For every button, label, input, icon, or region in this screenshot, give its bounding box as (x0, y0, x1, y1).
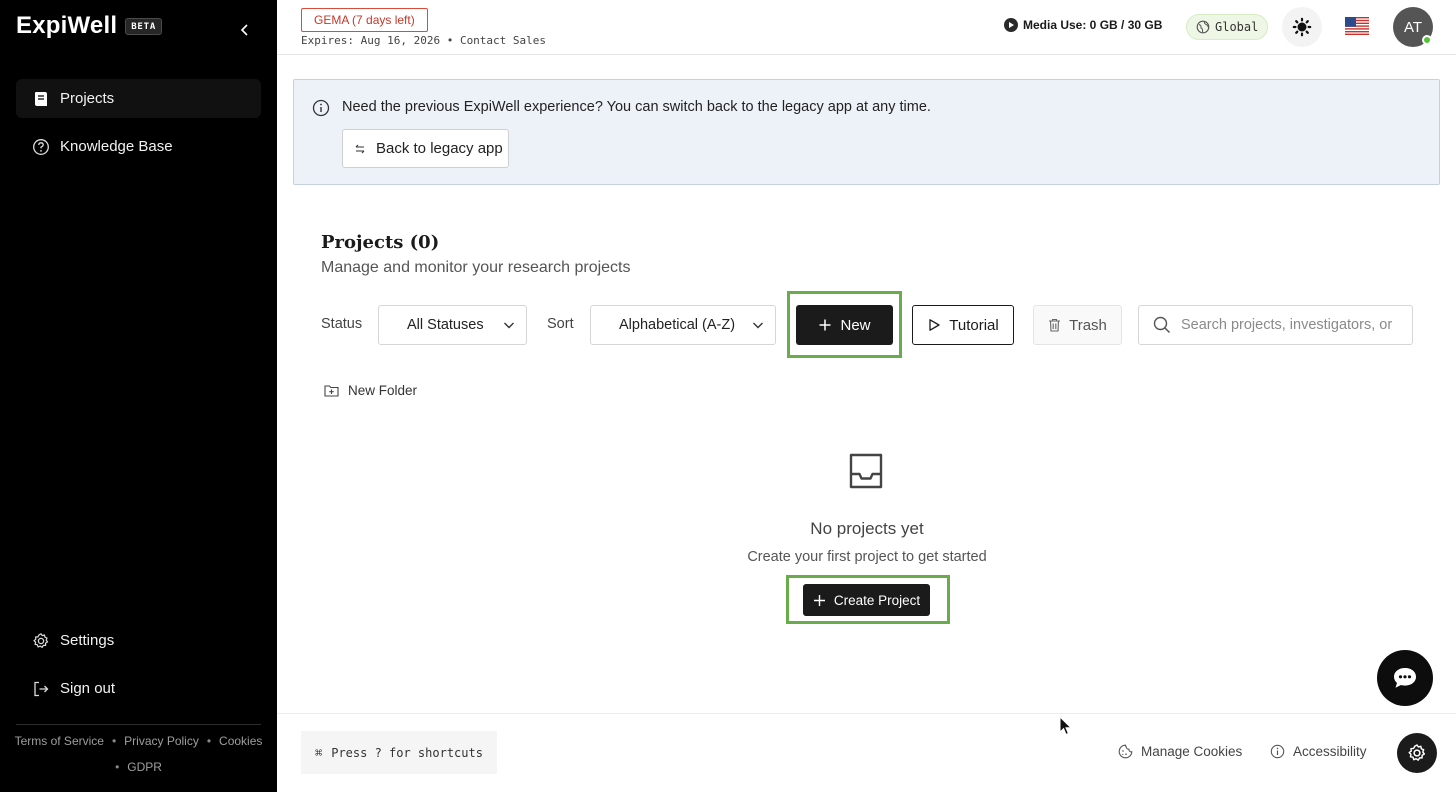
region-label: Global (1215, 20, 1259, 34)
legacy-notice: Need the previous ExpiWell experience? Y… (293, 79, 1440, 185)
sidebar-item-projects[interactable]: Projects (16, 79, 261, 118)
beta-badge: BETA (125, 17, 163, 35)
trash-button[interactable]: Trash (1033, 305, 1122, 345)
sidebar-item-label: Projects (60, 90, 115, 107)
sidebar-footer: Terms of Service • Privacy Policy • Cook… (0, 734, 277, 774)
folder-plus-icon (324, 385, 339, 397)
app-root: ExpiWell BETA Projects Knowledge Base Se… (0, 0, 1456, 792)
gdpr-link[interactable]: GDPR (127, 760, 162, 774)
status-select-value: All Statuses (407, 317, 484, 333)
back-to-legacy-button[interactable]: Back to legacy app (342, 129, 509, 168)
region-badge[interactable]: Global (1186, 14, 1269, 40)
question-circle-icon (33, 138, 49, 155)
plus-icon (813, 594, 825, 606)
new-folder-button[interactable]: New Folder (324, 383, 417, 398)
sun-icon (1292, 17, 1312, 37)
collapse-sidebar-button[interactable] (234, 19, 256, 41)
topbar: GEMA (7 days left) Expires: Aug 16, 2026… (277, 0, 1456, 55)
trash-button-label: Trash (1069, 316, 1107, 334)
separator-dot: • (111, 734, 117, 748)
plan-expires-text: Expires: Aug 16, 2026 • Contact Sales (301, 34, 547, 47)
new-project-button[interactable]: New (796, 305, 893, 345)
project-search[interactable] (1138, 305, 1413, 345)
us-flag-icon[interactable] (1345, 17, 1369, 35)
new-folder-label: New Folder (348, 383, 418, 398)
sidebar-bottom-nav: Settings Sign out (16, 621, 261, 717)
play-icon (929, 319, 940, 331)
manage-cookies-label: Manage Cookies (1141, 744, 1243, 759)
gear-icon (33, 632, 49, 648)
sidebar-nav: Projects Knowledge Base (16, 79, 261, 175)
search-input[interactable] (1181, 317, 1396, 333)
empty-state-title: No projects yet (810, 519, 924, 538)
create-project-label: Create Project (833, 592, 921, 608)
accessibility-label: Accessibility (1293, 744, 1367, 759)
media-usage-text: Media Use: 0 GB / 30 GB (1023, 18, 1163, 32)
logo[interactable]: ExpiWell BETA (16, 12, 163, 40)
plan-badge[interactable]: GEMA (7 days left) (301, 8, 428, 32)
legacy-notice-text: Need the previous ExpiWell experience? Y… (342, 99, 931, 115)
create-project-button[interactable]: Create Project (803, 584, 930, 616)
chat-bubble-icon (1394, 668, 1416, 688)
separator-dot: • (115, 760, 120, 774)
preferences-fab-button[interactable] (1397, 733, 1437, 773)
shortcuts-hint[interactable]: ⌘ Press ? for shortcuts (301, 731, 497, 774)
sign-out-icon (34, 681, 49, 696)
tutorial-button-label: Tutorial (949, 316, 999, 334)
manage-cookies-link[interactable]: Manage Cookies (1118, 744, 1242, 759)
sidebar-item-label: Settings (60, 632, 115, 649)
search-icon (1153, 316, 1171, 334)
info-icon (1270, 744, 1285, 759)
notebook-icon (35, 91, 47, 106)
sort-label: Sort (547, 316, 574, 332)
theme-toggle-button[interactable] (1282, 7, 1322, 47)
sidebar-divider (16, 724, 261, 725)
plus-icon (819, 319, 831, 331)
trash-icon (1049, 318, 1061, 332)
swap-arrows-icon (355, 144, 365, 153)
online-status-dot (1422, 35, 1432, 45)
terms-link[interactable]: Terms of Service (15, 734, 104, 748)
status-select[interactable]: All Statuses (378, 305, 527, 345)
tutorial-button[interactable]: Tutorial (912, 305, 1014, 345)
sidebar: ExpiWell BETA Projects Knowledge Base Se… (0, 0, 277, 792)
sidebar-item-knowledge-base[interactable]: Knowledge Base (16, 127, 261, 166)
chevron-left-icon (240, 24, 248, 36)
cookies-link[interactable]: Cookies (219, 734, 262, 748)
logo-text: ExpiWell (16, 12, 118, 39)
cookie-icon (1118, 744, 1133, 759)
sidebar-item-sign-out[interactable]: Sign out (16, 669, 261, 708)
accessibility-link[interactable]: Accessibility (1270, 744, 1367, 759)
sort-select[interactable]: Alphabetical (A-Z) (590, 305, 776, 345)
media-usage: Media Use: 0 GB / 30 GB (1004, 18, 1162, 32)
sidebar-item-label: Sign out (60, 680, 116, 697)
shortcuts-hint-text: Press ? for shortcuts (331, 745, 483, 760)
gear-icon (1408, 744, 1426, 761)
page-title: Projects (0) (321, 232, 440, 253)
globe-icon (1196, 20, 1210, 34)
info-icon (312, 99, 330, 117)
chat-button[interactable] (1377, 650, 1433, 706)
empty-state-subtitle: Create your first project to get started (747, 549, 987, 565)
privacy-link[interactable]: Privacy Policy (124, 734, 199, 748)
command-key-icon: ⌘ (315, 745, 323, 760)
page-subtitle: Manage and monitor your research project… (321, 259, 631, 276)
new-button-label: New (840, 316, 871, 334)
chevron-down-icon (504, 322, 514, 329)
separator-dot: • (206, 734, 212, 748)
play-circle-icon (1004, 18, 1018, 32)
inbox-icon (849, 453, 883, 489)
status-label: Status (321, 316, 363, 332)
chevron-down-icon (753, 322, 763, 329)
mouse-cursor-icon (1059, 716, 1073, 736)
sidebar-item-settings[interactable]: Settings (16, 621, 261, 660)
footer-divider (277, 713, 1456, 714)
back-to-legacy-label: Back to legacy app (376, 140, 503, 157)
sort-select-value: Alphabetical (A-Z) (619, 317, 736, 333)
sidebar-item-label: Knowledge Base (60, 138, 173, 155)
